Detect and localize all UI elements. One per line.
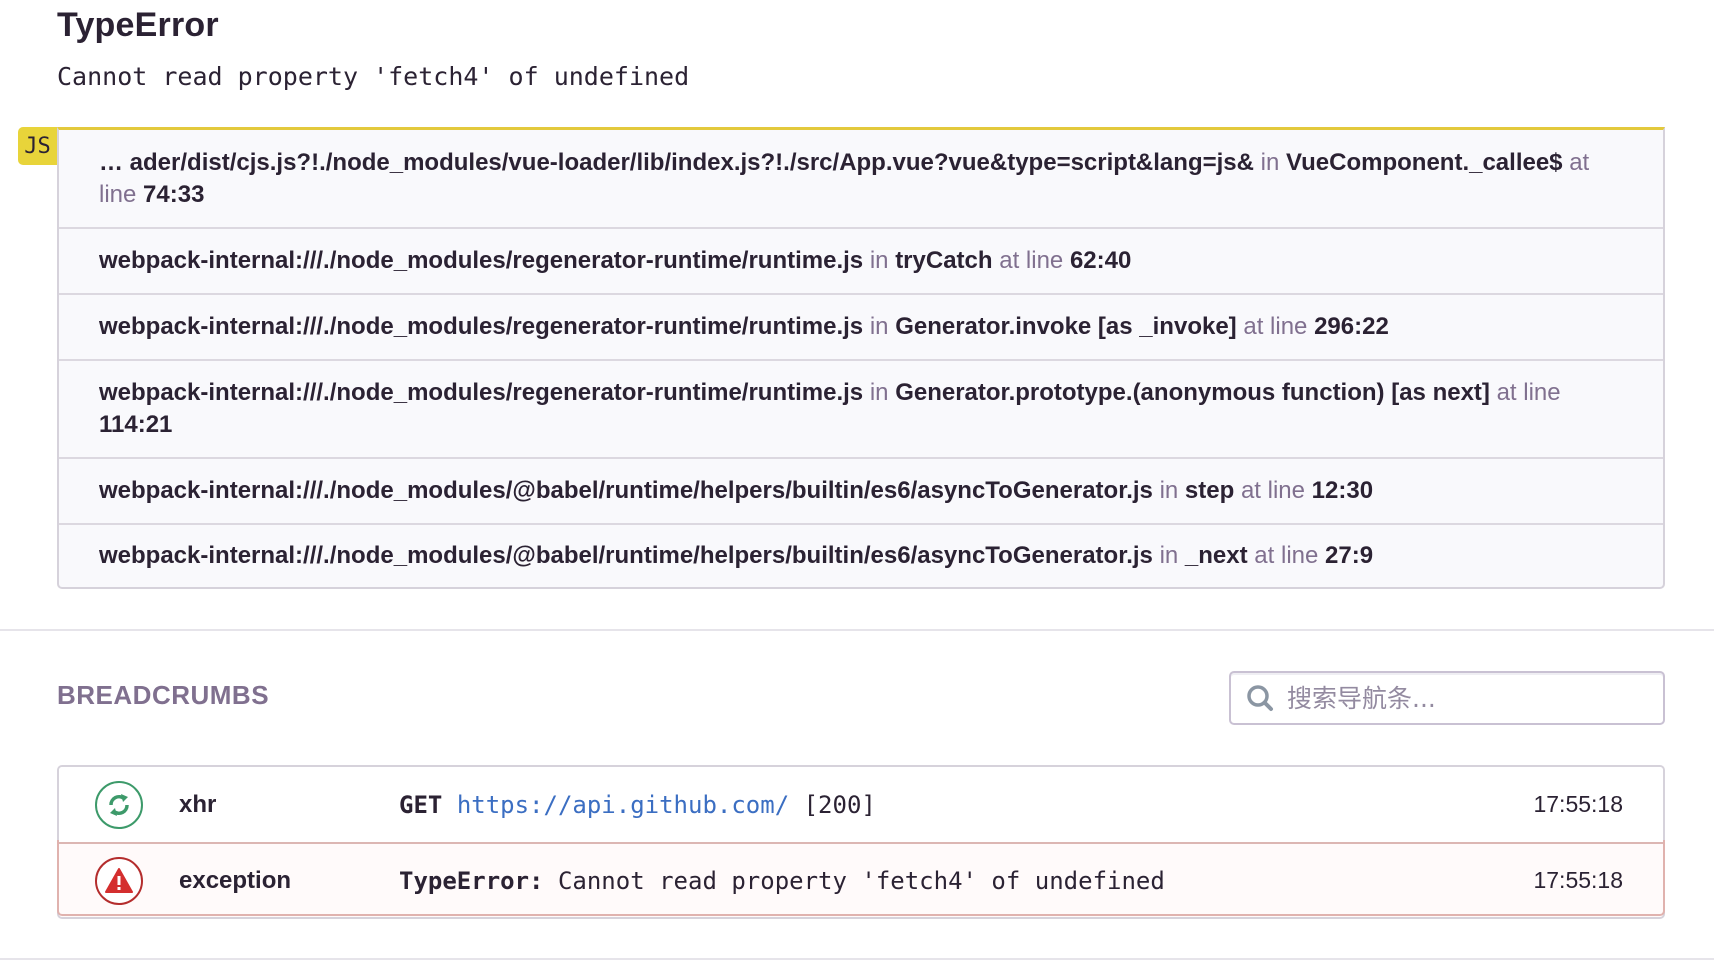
frame-function: _next xyxy=(1184,542,1248,569)
http-status: [200] xyxy=(803,790,876,819)
frame-file: webpack-internal:///./node_modules/regen… xyxy=(99,247,864,274)
breadcrumb-item-xhr[interactable]: xhr GET https://api.github.com/ [200] 17… xyxy=(59,767,1663,842)
frame-in-label: in xyxy=(869,379,889,406)
frame-at-line-label: at line xyxy=(1496,379,1561,406)
frame-line: 12:30 xyxy=(1311,477,1374,504)
frame-line: 296:22 xyxy=(1314,313,1389,340)
section-divider xyxy=(0,629,1714,631)
breadcrumb-message: GET https://api.github.com/ [200] xyxy=(399,791,876,819)
warning-icon xyxy=(95,856,143,905)
frame-in-label: in xyxy=(869,313,889,340)
frame-at-line-label: at line xyxy=(999,247,1064,274)
breadcrumb-search[interactable] xyxy=(1229,671,1665,725)
exception-message: Cannot read property 'fetch4' of undefin… xyxy=(557,866,1165,895)
stack-frame[interactable]: … ader/dist/cjs.js?!./node_modules/vue-l… xyxy=(59,130,1663,227)
frame-in-label: in xyxy=(869,247,889,274)
frame-in-label: in xyxy=(1159,542,1179,569)
frame-line: 62:40 xyxy=(1069,247,1132,274)
frame-function: Generator.invoke [as _invoke] xyxy=(895,313,1237,340)
breadcrumb-type: xhr xyxy=(179,790,217,818)
stack-frame[interactable]: webpack-internal:///./node_modules/regen… xyxy=(59,227,1663,293)
frame-function: step xyxy=(1184,477,1235,504)
stack-frame[interactable]: webpack-internal:///./node_modules/regen… xyxy=(59,293,1663,359)
breadcrumb-list: xhr GET https://api.github.com/ [200] 17… xyxy=(57,765,1665,919)
http-method: GET xyxy=(399,790,443,819)
breadcrumb-message: TypeError: Cannot read property 'fetch4'… xyxy=(399,867,1165,895)
stacktrace: … ader/dist/cjs.js?!./node_modules/vue-l… xyxy=(57,127,1665,589)
frame-line: 114:21 xyxy=(99,411,173,438)
stack-frame[interactable]: webpack-internal:///./node_modules/@babe… xyxy=(59,523,1663,587)
breadcrumb-type: exception xyxy=(179,866,292,894)
frame-file: webpack-internal:///./node_modules/@babe… xyxy=(99,542,1153,569)
stack-frame[interactable]: webpack-internal:///./node_modules/@babe… xyxy=(59,457,1663,523)
frame-in-label: in xyxy=(1159,477,1179,504)
frame-in-label: in xyxy=(1260,148,1280,176)
stack-frame[interactable]: webpack-internal:///./node_modules/regen… xyxy=(59,359,1663,457)
refresh-icon xyxy=(95,780,143,829)
breadcrumb-item-exception[interactable]: exception TypeError: Cannot read propert… xyxy=(59,842,1663,917)
frame-function: Generator.prototype.(anonymous function)… xyxy=(895,379,1490,406)
frame-file: webpack-internal:///./node_modules/regen… xyxy=(99,379,864,406)
breadcrumb-search-input[interactable] xyxy=(1285,682,1649,714)
frame-line: 74:33 xyxy=(143,180,205,208)
request-url-link[interactable]: https://api.github.com/ xyxy=(457,791,789,819)
frame-file: … ader/dist/cjs.js?!./node_modules/vue-l… xyxy=(99,148,1254,176)
exception-type: TypeError: xyxy=(399,866,544,895)
frame-function: VueComponent._callee$ xyxy=(1286,148,1563,176)
breadcrumbs-title: BREADCRUMBS xyxy=(57,680,270,710)
frame-line: 27:9 xyxy=(1325,542,1374,569)
error-title: TypeError xyxy=(57,6,219,44)
platform-badge: JS xyxy=(18,127,57,165)
frame-at-line-label: at line xyxy=(1240,477,1305,504)
breadcrumb-time: 17:55:18 xyxy=(1533,867,1623,893)
frame-at-line-label: at line xyxy=(1243,313,1308,340)
breadcrumb-time: 17:55:18 xyxy=(1533,791,1623,817)
search-icon xyxy=(1247,685,1273,711)
section-divider xyxy=(0,958,1714,960)
frame-file: webpack-internal:///./node_modules/@babe… xyxy=(99,477,1153,504)
frame-at-line-label: at line xyxy=(1254,542,1319,569)
frame-file: webpack-internal:///./node_modules/regen… xyxy=(99,313,864,340)
error-message: Cannot read property 'fetch4' of undefin… xyxy=(57,62,690,91)
frame-function: tryCatch xyxy=(895,247,993,274)
